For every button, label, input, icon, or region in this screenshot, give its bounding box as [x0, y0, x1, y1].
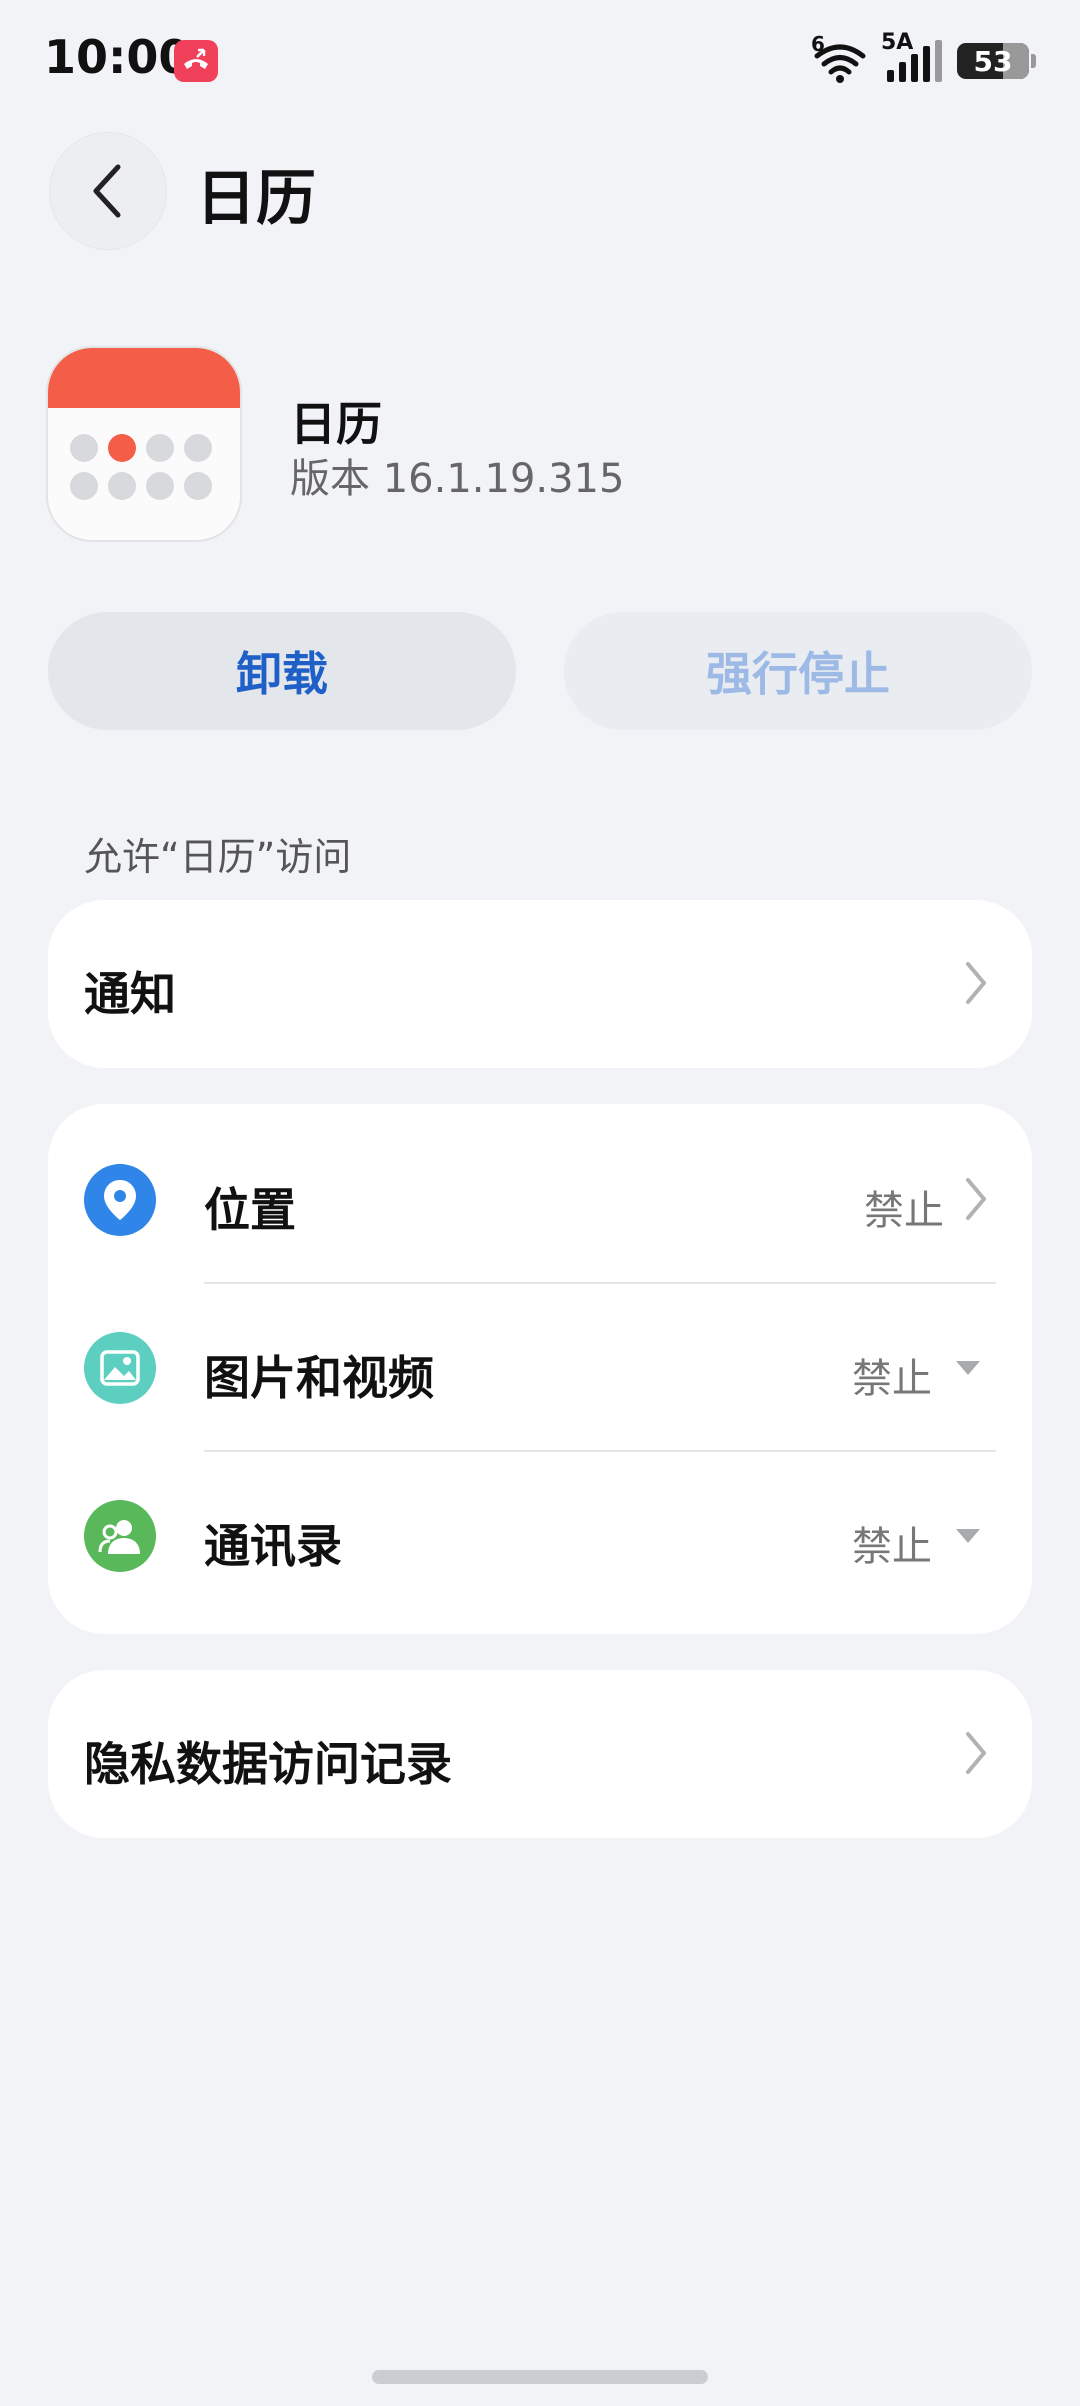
uninstall-button[interactable]: 卸载 — [48, 612, 516, 730]
permissions-section-label: 允许“日历”访问 — [84, 835, 352, 879]
wifi-icon: 6 — [811, 32, 869, 84]
permission-value: 禁止 — [852, 1524, 932, 1570]
permission-row-contacts[interactable]: 通讯录 禁止 — [48, 1452, 1032, 1620]
status-time: 10:00 — [44, 30, 191, 84]
signal-icon: 5A — [881, 30, 945, 84]
contacts-icon — [84, 1500, 156, 1572]
dropdown-triangle-icon — [956, 1361, 980, 1375]
call-notification-icon — [174, 40, 218, 82]
permission-label: 图片和视频 — [204, 1351, 434, 1405]
force-stop-button[interactable]: 强行停止 — [564, 612, 1032, 730]
privacy-log-label: 隐私数据访问记录 — [84, 1737, 452, 1791]
chevron-right-icon — [966, 962, 986, 1004]
image-icon — [84, 1332, 156, 1404]
permission-row-location[interactable]: 位置 禁止 — [48, 1116, 1032, 1284]
permission-value: 禁止 — [852, 1356, 932, 1402]
notification-label: 通知 — [84, 967, 176, 1021]
status-bar: 10:00 6 5A 53 — [0, 0, 1080, 120]
chevron-right-icon — [966, 1732, 986, 1774]
home-indicator[interactable] — [372, 2370, 708, 2384]
location-pin-icon — [84, 1164, 156, 1236]
chevron-right-icon — [966, 1178, 986, 1220]
chevron-left-icon — [93, 164, 121, 218]
battery-icon: 53 — [957, 43, 1029, 79]
permission-value: 禁止 — [864, 1188, 944, 1234]
page-title: 日历 — [196, 164, 316, 234]
notification-card[interactable]: 通知 — [48, 900, 1032, 1068]
permission-label: 通讯录 — [204, 1519, 342, 1573]
privacy-log-card[interactable]: 隐私数据访问记录 — [48, 1670, 1032, 1838]
status-icons: 6 5A 53 — [811, 30, 1036, 86]
app-name: 日历 — [290, 397, 382, 451]
app-version: 版本 16.1.19.315 — [290, 456, 625, 502]
permission-row-photos[interactable]: 图片和视频 禁止 — [48, 1284, 1032, 1452]
back-button[interactable] — [50, 133, 166, 249]
battery-tip — [1031, 54, 1036, 68]
calendar-app-icon — [48, 348, 240, 540]
dropdown-triangle-icon — [956, 1529, 980, 1543]
permission-label: 位置 — [204, 1183, 296, 1237]
permissions-card: 位置 禁止 图片和视频 禁止 通讯录 禁止 — [48, 1104, 1032, 1634]
